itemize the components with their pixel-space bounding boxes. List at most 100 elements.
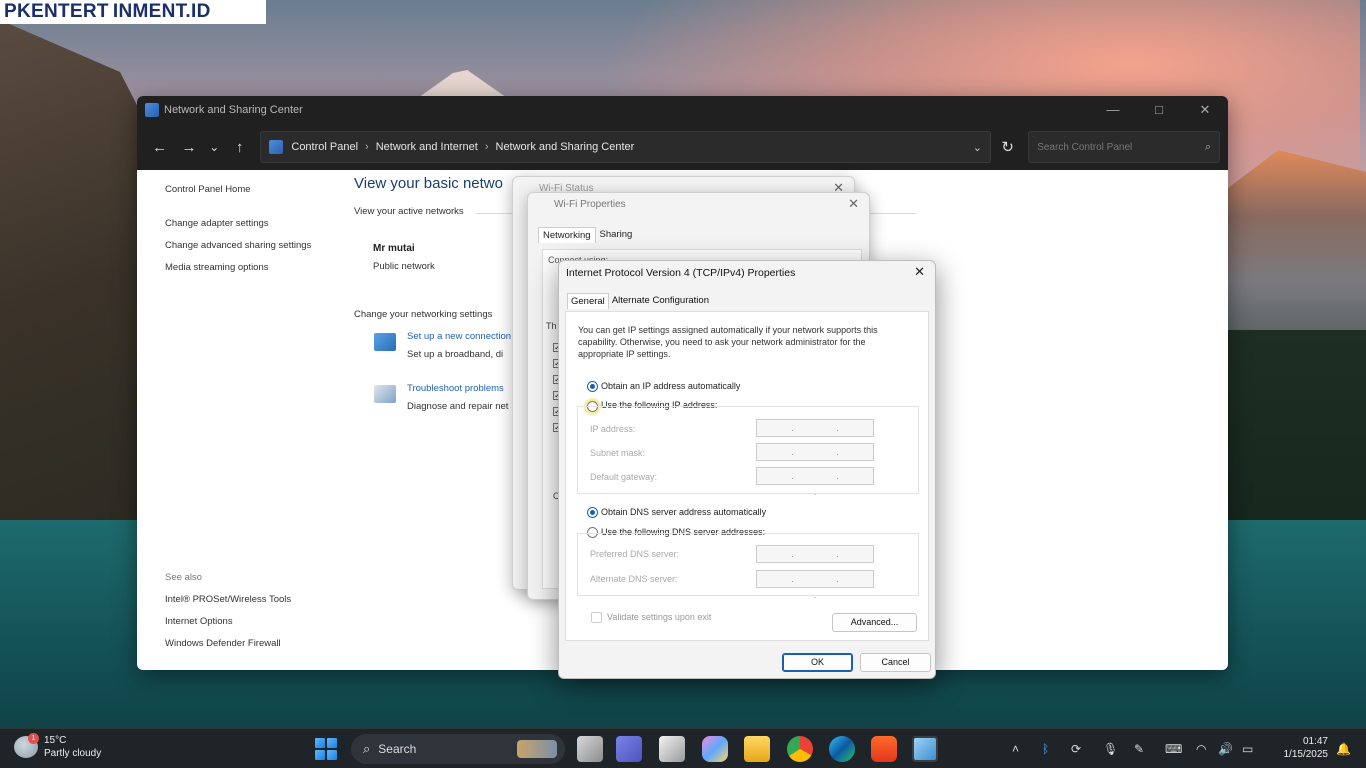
window-controls: — □ ✕ — [1090, 102, 1228, 118]
search-highlight-icon — [517, 740, 557, 758]
network-center-icon — [145, 103, 159, 117]
change-adapter-settings-link[interactable]: Change adapter settings — [165, 218, 345, 229]
pen-icon[interactable]: ✎ — [1134, 729, 1144, 768]
alternate-dns-label: Alternate DNS server: — [590, 574, 678, 584]
intel-proset-link[interactable]: Intel® PROSet/Wireless Tools — [165, 594, 291, 605]
brave-icon[interactable] — [871, 736, 897, 762]
change-advanced-sharing-link[interactable]: Change advanced sharing settings — [165, 240, 345, 251]
taskbar: 1 15°C Partly cloudy ⌕ Search ˄ ᛒ ⟳ 🎙 ✎ … — [0, 728, 1366, 768]
network-name: Mr mutai — [373, 243, 415, 254]
weather-widget[interactable]: 1 15°C Partly cloudy — [14, 733, 102, 760]
breadcrumb[interactable]: Control Panel › Network and Internet › N… — [260, 131, 991, 163]
ok-button[interactable]: OK — [782, 653, 853, 672]
ipv4-tabs: General Alternate Configuration — [567, 293, 712, 309]
weather-temp: 15°C — [44, 735, 67, 746]
tab-sharing[interactable]: Sharing — [596, 227, 637, 243]
ipv4-close-button[interactable]: ✕ — [914, 264, 925, 280]
network-setup-icon — [374, 333, 396, 351]
wifi-properties-tabs: Networking Sharing — [538, 227, 636, 243]
sync-icon[interactable]: ⟳ — [1071, 729, 1081, 768]
forward-button[interactable]: → — [174, 139, 203, 156]
chrome-icon[interactable] — [787, 736, 813, 762]
teams-icon[interactable] — [616, 736, 642, 762]
weather-cloud-icon: 1 — [14, 733, 39, 758]
control-panel-home-link[interactable]: Control Panel Home — [165, 184, 345, 195]
bluetooth-icon[interactable]: ᛒ — [1042, 729, 1049, 768]
validate-settings-label[interactable]: Validate settings upon exit — [607, 612, 711, 622]
ip-address-label: IP address: — [590, 424, 636, 434]
taskbar-search[interactable]: ⌕ Search — [351, 734, 565, 764]
ip-address-field[interactable]: . . . — [756, 419, 874, 449]
troubleshoot-link[interactable]: Troubleshoot problems — [407, 383, 504, 394]
clock-time: 01:47 — [1302, 736, 1328, 747]
folder-icon[interactable] — [744, 736, 770, 762]
keyboard-icon[interactable]: ⌨ — [1165, 729, 1182, 768]
copilot-icon[interactable] — [702, 736, 728, 762]
notifications-icon[interactable]: 🔔 — [1336, 729, 1351, 768]
search-icon: ⌕ — [1204, 140, 1212, 153]
obtain-dns-auto-label[interactable]: Obtain DNS server address automatically — [601, 507, 766, 517]
volume-icon[interactable]: 🔊 — [1218, 729, 1233, 768]
control-panel-icon — [269, 140, 284, 154]
see-also-links: Intel® PROSet/Wireless Tools Internet Op… — [165, 594, 291, 660]
ipv4-description: You can get IP settings assigned automat… — [578, 325, 878, 359]
microphone-icon[interactable]: 🎙 — [1103, 729, 1118, 768]
refresh-button[interactable]: ↻ — [991, 138, 1024, 156]
maximize-button[interactable]: □ — [1136, 102, 1182, 118]
start-button[interactable] — [315, 738, 337, 760]
media-streaming-link[interactable]: Media streaming options — [165, 262, 345, 273]
obtain-ip-auto-label[interactable]: Obtain an IP address automatically — [601, 381, 740, 391]
troubleshoot-icon — [374, 385, 396, 403]
breadcrumb-control-panel[interactable]: Control Panel — [291, 141, 358, 153]
tab-general[interactable]: General — [567, 293, 609, 309]
obtain-ip-auto-radio[interactable] — [587, 381, 598, 392]
default-gateway-field[interactable]: . . . — [756, 467, 874, 497]
remote-desktop-icon[interactable] — [912, 736, 938, 762]
tab-networking[interactable]: Networking — [538, 227, 596, 243]
breadcrumb-network-sharing-center[interactable]: Network and Sharing Center — [496, 141, 635, 153]
defender-firewall-link[interactable]: Windows Defender Firewall — [165, 638, 291, 649]
preferred-dns-field[interactable]: . . . — [756, 545, 874, 575]
window-titlebar[interactable]: Network and Sharing Center — □ ✕ — [137, 96, 1228, 124]
subnet-mask-label: Subnet mask: — [590, 448, 646, 458]
search-icon: ⌕ — [363, 741, 371, 756]
window-title: Network and Sharing Center — [164, 104, 303, 116]
alternate-dns-field[interactable]: . . . — [756, 570, 874, 600]
windows-logo-icon — [315, 738, 325, 748]
tab-alternate-configuration[interactable]: Alternate Configuration — [609, 293, 712, 309]
up-button[interactable]: ↑ — [225, 139, 254, 156]
cancel-button[interactable]: Cancel — [860, 653, 931, 672]
search-input[interactable]: Search Control Panel ⌕ — [1028, 131, 1221, 163]
internet-options-link[interactable]: Internet Options — [165, 616, 291, 627]
wifi-icon[interactable]: ◠ — [1196, 729, 1206, 768]
setup-connection-link[interactable]: Set up a new connection — [407, 331, 511, 342]
breadcrumb-network-internet[interactable]: Network and Internet — [376, 141, 478, 153]
validate-settings-checkbox[interactable] — [591, 612, 602, 623]
wifi-properties-close-button[interactable]: ✕ — [848, 196, 859, 212]
advanced-button[interactable]: Advanced... — [832, 613, 917, 632]
battery-icon[interactable]: ▭ — [1242, 729, 1253, 768]
search-placeholder: Search Control Panel — [1037, 141, 1133, 153]
subnet-mask-field[interactable]: . . . — [756, 443, 874, 473]
watermark: PKENTERT INMENT.ID — [0, 0, 266, 24]
default-gateway-label: Default gateway: — [590, 472, 658, 482]
chevron-down-icon[interactable]: ⌄ — [973, 141, 982, 154]
see-also-label: See also — [165, 572, 202, 583]
network-type: Public network — [373, 261, 435, 272]
obtain-dns-auto-radio[interactable] — [587, 507, 598, 518]
weather-condition: Partly cloudy — [44, 748, 102, 759]
chevron-right-icon: › — [365, 141, 369, 153]
recent-locations-button[interactable]: ⌄ — [204, 140, 225, 154]
minimize-button[interactable]: — — [1090, 102, 1136, 118]
preferred-dns-label: Preferred DNS server: — [590, 549, 680, 559]
file-explorer-icon[interactable] — [577, 736, 603, 762]
ipv4-dialog-title: Internet Protocol Version 4 (TCP/IPv4) P… — [566, 267, 796, 279]
show-hidden-icons-button[interactable]: ˄ — [1012, 729, 1019, 768]
back-button[interactable]: ← — [145, 139, 174, 156]
system-clock[interactable]: 01:47 1/15/2025 — [1268, 735, 1329, 761]
this-connection-label: Th — [546, 321, 557, 331]
close-button[interactable]: ✕ — [1182, 102, 1228, 118]
store-icon[interactable] — [659, 736, 685, 762]
chevron-right-icon: › — [484, 141, 489, 153]
edge-icon[interactable] — [829, 736, 855, 762]
